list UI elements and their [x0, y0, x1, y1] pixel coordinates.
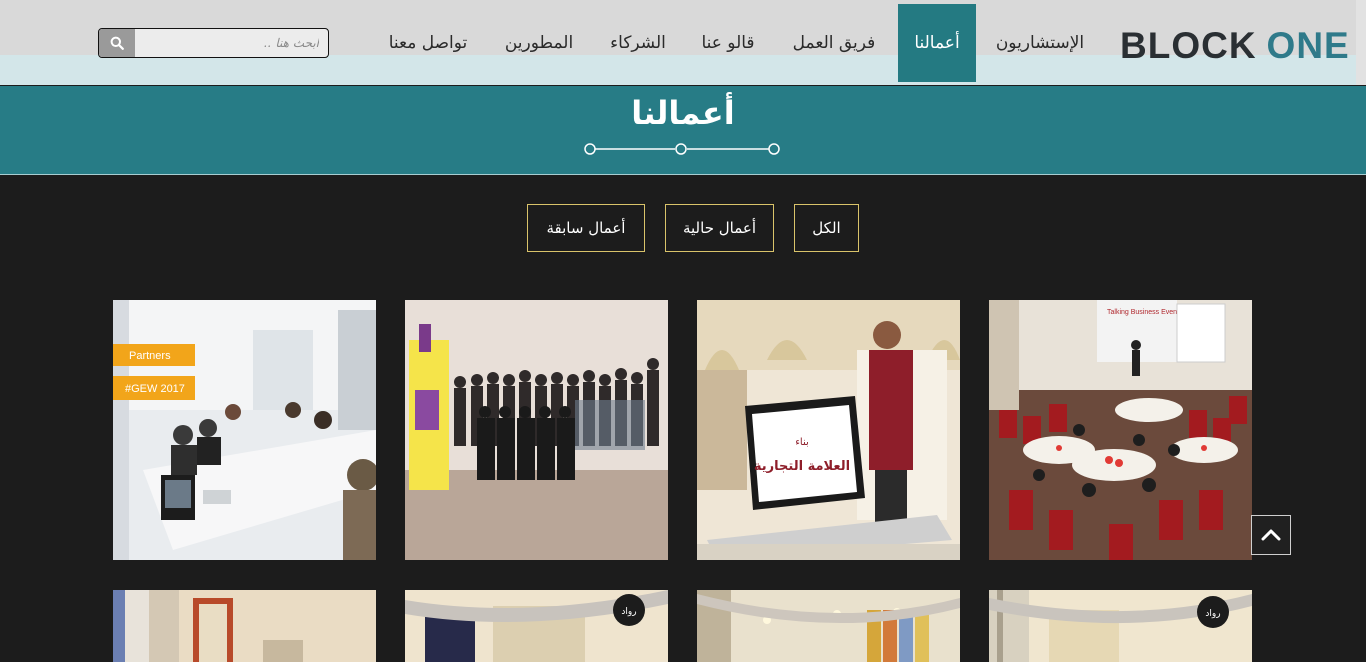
photo-room-windows — [113, 590, 376, 662]
back-to-top-button[interactable] — [1251, 515, 1291, 555]
nav-item-team[interactable]: فريق العمل — [780, 4, 888, 82]
logo-word-one: ONE — [1266, 25, 1350, 66]
page-title: أعمالنا — [631, 94, 735, 132]
nav-item-our-work[interactable]: أعمالنا — [898, 4, 976, 82]
photo-room-bright: رواد — [989, 590, 1252, 662]
filter-all-button[interactable]: الكل — [794, 204, 859, 252]
event-poster-text: Talking Business Events — [1107, 309, 1183, 316]
search-input[interactable] — [135, 29, 327, 57]
banner-gew: #GEW 2017 — [125, 383, 185, 395]
page-header-band: أعمالنا — [0, 86, 1366, 175]
site-logo[interactable]: BLOCK ONE — [1120, 25, 1350, 66]
nav-item-consultants[interactable]: الإستشاريون — [984, 4, 1096, 82]
gallery-item-brand-workshop[interactable]: بناء العلامة التجارية — [697, 300, 960, 560]
gallery-item-room-2[interactable]: رواد — [405, 590, 668, 662]
title-divider — [584, 143, 780, 155]
navbar-scroll-edge — [1356, 0, 1366, 85]
gallery-item-room-3[interactable] — [697, 590, 960, 662]
filter-past-button[interactable]: أعمال سابقة — [527, 204, 645, 252]
screen-text-build: بناء — [795, 437, 809, 448]
nav-item-partners[interactable]: الشركاء — [600, 4, 676, 82]
filter-current-button[interactable]: أعمال حالية — [665, 204, 774, 252]
search-icon — [110, 36, 124, 50]
gallery-item-room-1[interactable] — [113, 590, 376, 662]
gallery-item-room-4[interactable]: رواد — [989, 590, 1252, 662]
photo-group-outdoor — [405, 300, 668, 560]
gallery-item-partners-meeting[interactable]: Partners #GEW 2017 — [113, 300, 376, 560]
nav-item-contact[interactable]: تواصل معنا — [378, 4, 478, 82]
nav-item-testimonials[interactable]: قالو عنا — [686, 4, 770, 82]
logo-word-block: BLOCK — [1120, 25, 1257, 66]
search-box — [98, 28, 329, 58]
photo-room-curtains: رواد — [405, 590, 668, 662]
banner-partners: Partners — [129, 350, 171, 362]
photo-conference-hall: Talking Business Events — [989, 300, 1252, 560]
chevron-up-icon — [1261, 529, 1281, 541]
photo-presenter-laptop: بناء العلامة التجارية — [697, 300, 960, 560]
logo-badge-text: رواد — [621, 607, 636, 617]
photo-meeting-room: Partners #GEW 2017 — [113, 300, 376, 560]
screen-text-brand: العلامة التجارية — [754, 459, 850, 474]
logo-badge-text-2: رواد — [1205, 609, 1220, 619]
gallery-item-group-photo[interactable] — [405, 300, 668, 560]
gallery-item-business-event[interactable]: Talking Business Events — [989, 300, 1252, 560]
photo-room-lights — [697, 590, 960, 662]
nav-item-developers[interactable]: المطورين — [494, 4, 584, 82]
search-button[interactable] — [99, 29, 135, 57]
